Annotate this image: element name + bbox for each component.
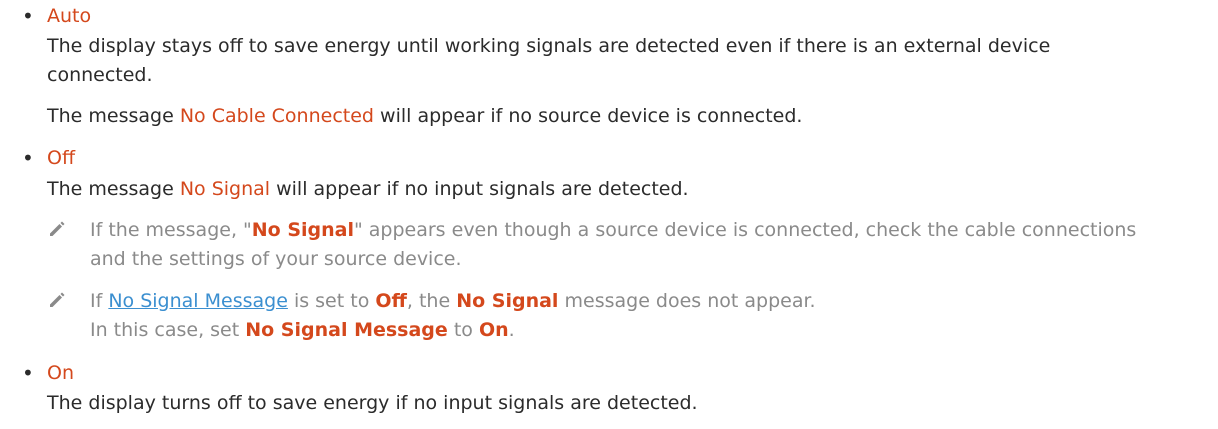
message-prefix: The message bbox=[47, 105, 180, 127]
note-1-prefix: If the message, " bbox=[90, 219, 252, 241]
no-signal-message-link[interactable]: No Signal Message bbox=[108, 290, 288, 312]
option-auto-description-line-1: The display stays off to save energy unt… bbox=[47, 35, 1051, 57]
option-auto-message-line: The message No Cable Connected will appe… bbox=[47, 104, 802, 128]
bullet-on: • bbox=[22, 361, 34, 385]
pencil-icon bbox=[50, 292, 65, 307]
no-signal-bold: No Signal bbox=[456, 290, 559, 312]
note-2-text: is set to bbox=[287, 290, 376, 312]
note-2-suffix: message does not appear. bbox=[558, 290, 816, 312]
no-signal-text: No Signal bbox=[179, 178, 271, 200]
message-suffix: will appear if no source device is conne… bbox=[373, 105, 803, 127]
no-signal-bold: No Signal bbox=[251, 219, 354, 241]
document-page: • Auto The display stays off to save ene… bbox=[0, 0, 1218, 429]
no-cable-connected-text: No Cable Connected bbox=[179, 105, 374, 127]
option-on-description: The display turns off to save energy if … bbox=[47, 392, 698, 414]
note-1-suffix: " appears even though a source device is… bbox=[354, 219, 1137, 241]
note-1-line-1: If the message, "No Signal" appears even… bbox=[90, 218, 1136, 242]
bullet-off: • bbox=[22, 146, 34, 170]
option-off-message-line: The message No Signal will appear if no … bbox=[47, 177, 689, 201]
note-2-line-1: If No Signal Message is set to Off, the … bbox=[90, 289, 816, 313]
no-signal-message-bold: No Signal Message bbox=[245, 319, 448, 341]
option-auto-description-line-2: connected. bbox=[47, 64, 153, 86]
on-bold: On bbox=[478, 319, 509, 341]
note-2-text: , the bbox=[406, 290, 457, 312]
note-2-prefix: If bbox=[90, 290, 109, 312]
note-2-line-2: In this case, set No Signal Message to O… bbox=[90, 318, 515, 342]
message-prefix: The message bbox=[47, 178, 180, 200]
note-1-line-2: and the settings of your source device. bbox=[90, 248, 462, 270]
bullet-auto: • bbox=[22, 4, 34, 28]
option-off-label: Off bbox=[47, 147, 76, 169]
message-suffix: will appear if no input signals are dete… bbox=[270, 178, 689, 200]
note-2-line-2-text: to bbox=[447, 319, 479, 341]
note-2-line-2-prefix: In this case, set bbox=[90, 319, 246, 341]
pencil-icon bbox=[50, 221, 65, 236]
note-2-line-2-suffix: . bbox=[508, 319, 515, 341]
option-auto-label: Auto bbox=[47, 5, 92, 27]
option-on-label: On bbox=[47, 362, 74, 384]
off-bold: Off bbox=[375, 290, 407, 312]
